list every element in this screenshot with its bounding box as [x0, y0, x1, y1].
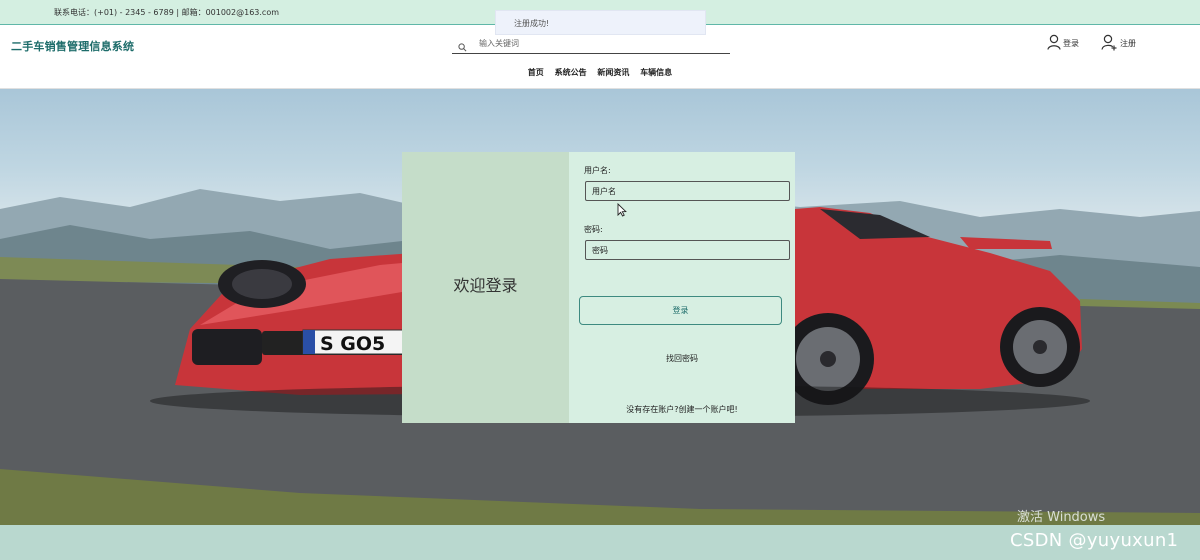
username-label: 用户名:: [584, 166, 611, 175]
main-nav: 首页 系统公告 新闻资讯 车辆信息: [0, 67, 1200, 78]
login-form: 用户名: 密码: 登录 找回密码 没有存在账户?创建一个账户吧!: [569, 152, 795, 423]
nav-item-announcements[interactable]: 系统公告: [555, 67, 587, 78]
contact-info: 联系电话：(+01) - 2345 - 6789 | 邮箱：001002@163…: [54, 8, 280, 17]
password-field[interactable]: [585, 240, 790, 260]
license-plate: S GO5: [320, 333, 385, 355]
login-welcome-panel: 欢迎登录: [402, 152, 569, 423]
create-account-link[interactable]: 没有存在账户?创建一个账户吧!: [569, 404, 795, 415]
nav-item-news[interactable]: 新闻资讯: [597, 67, 629, 78]
nav-item-vehicles[interactable]: 车辆信息: [640, 67, 672, 78]
register-link[interactable]: 注册: [1101, 34, 1136, 52]
login-link-label: 登录: [1063, 38, 1079, 48]
windows-activation-watermark: 激活 Windows: [1017, 510, 1106, 525]
password-label: 密码:: [584, 225, 603, 234]
user-icon: [1047, 34, 1063, 52]
mouse-pointer-icon: [617, 203, 627, 217]
source-credit: CSDN @yuyuxun1: [1010, 530, 1179, 551]
register-link-label: 注册: [1120, 38, 1136, 48]
username-field[interactable]: [585, 181, 790, 201]
user-add-icon: [1101, 34, 1120, 53]
site-title[interactable]: 二手车销售管理信息系统: [11, 38, 134, 54]
success-toast: 注册成功!: [495, 10, 706, 35]
forgot-password-link[interactable]: 找回密码: [569, 353, 795, 364]
search-input[interactable]: [479, 36, 719, 50]
login-panel: 欢迎登录 用户名: 密码: 登录 找回密码 没有存在账户?创建一个账户吧!: [402, 152, 795, 423]
welcome-heading: 欢迎登录: [453, 275, 518, 295]
login-button[interactable]: 登录: [579, 296, 782, 325]
login-link[interactable]: 登录: [1047, 34, 1079, 52]
search-icon[interactable]: [458, 37, 467, 52]
nav-item-home[interactable]: 首页: [528, 67, 544, 78]
search-bar: [452, 34, 730, 54]
toast-message: 注册成功!: [514, 19, 550, 28]
